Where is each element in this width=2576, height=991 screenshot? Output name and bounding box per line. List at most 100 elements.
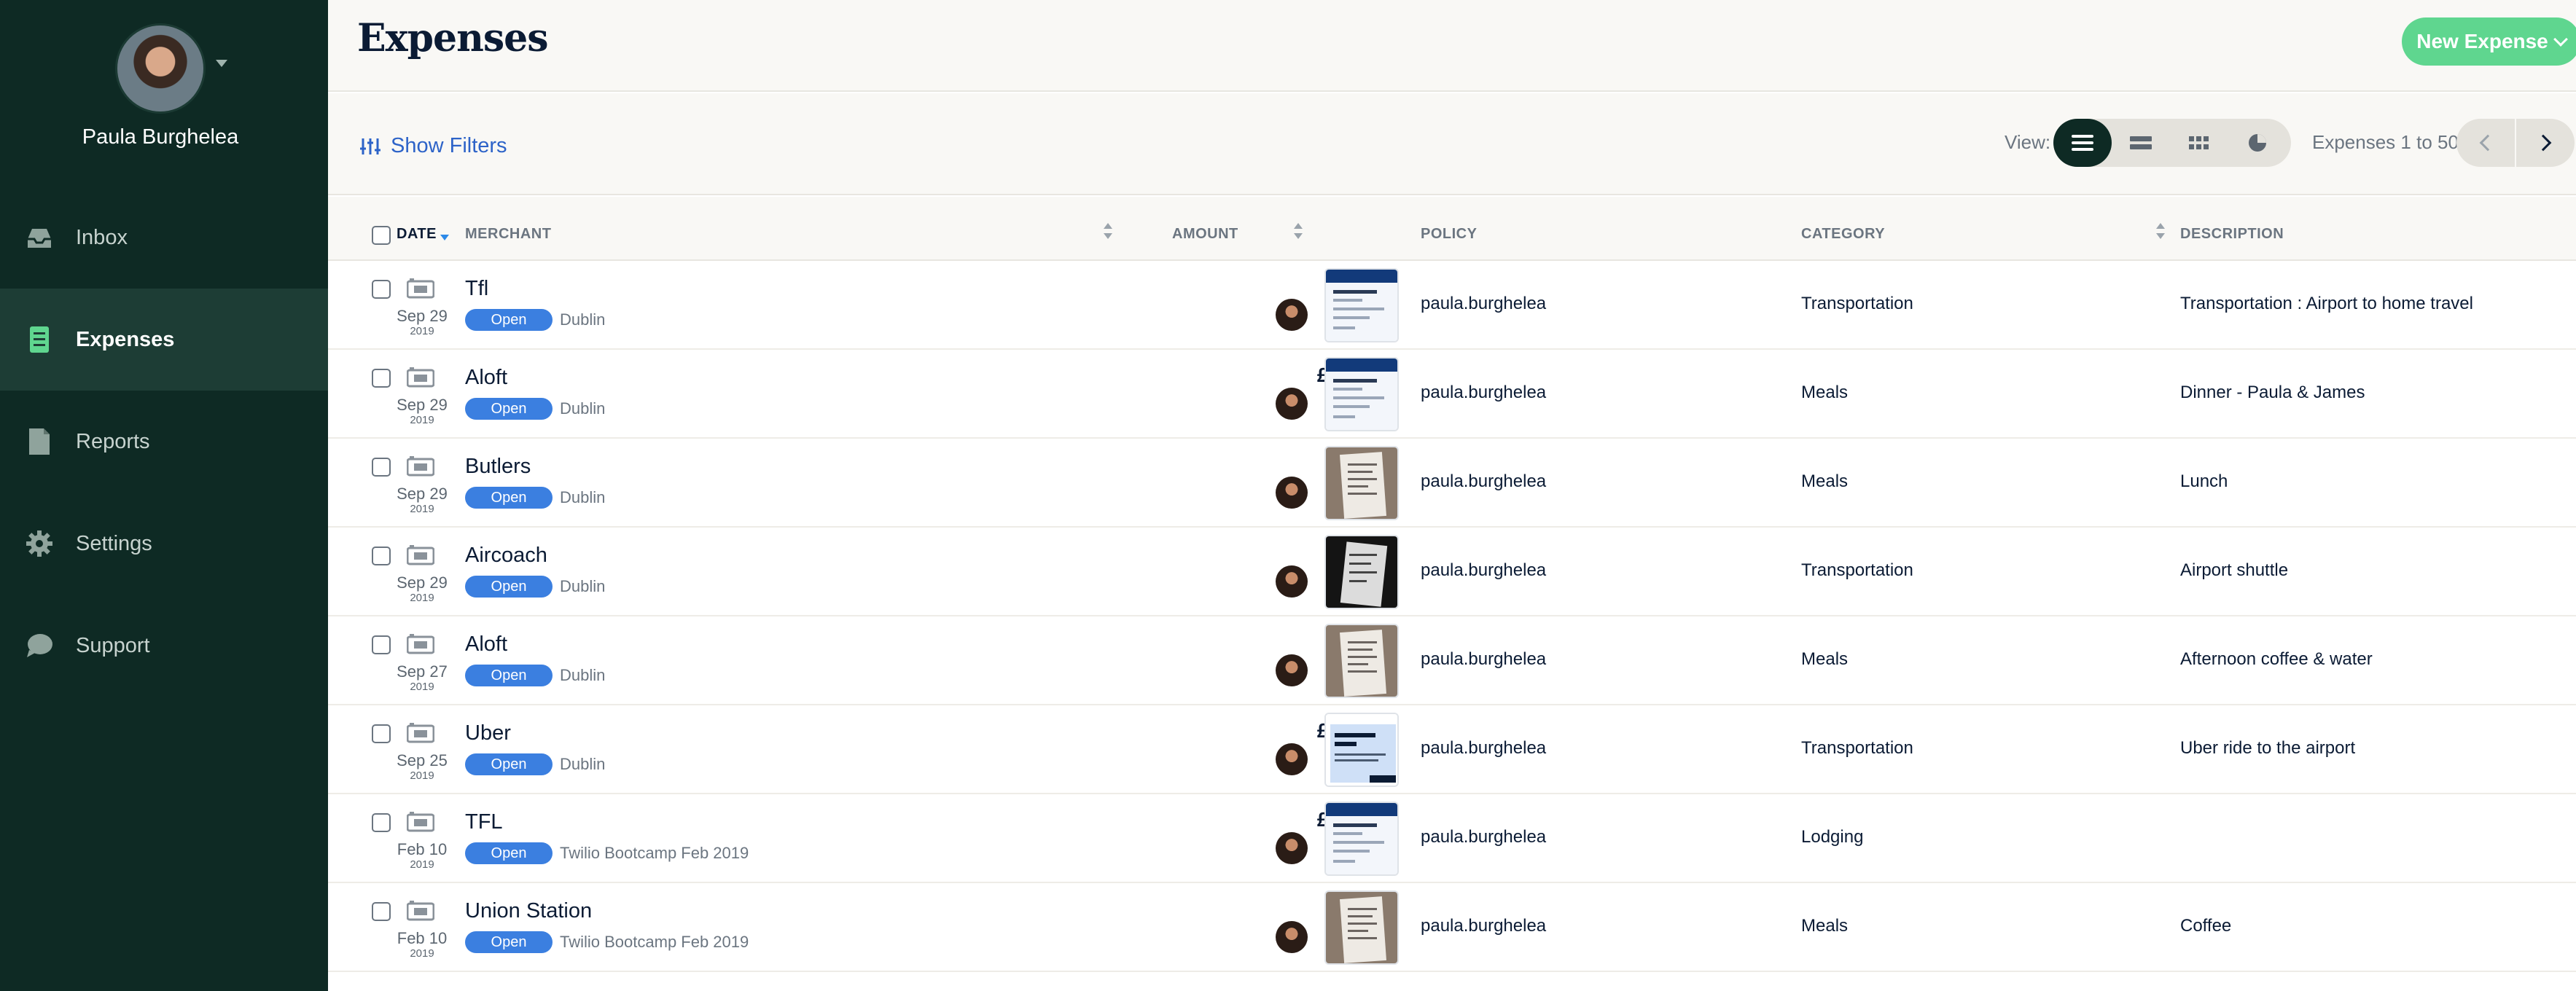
- row-category: Lodging: [1801, 827, 1864, 847]
- user-name: Paula Burghelea: [82, 125, 239, 149]
- receipt-thumbnail[interactable]: [1324, 357, 1399, 431]
- table-row[interactable]: Feb 10 2019 Union Station Open Twilio Bootca…: [328, 883, 2576, 972]
- compact-view-icon: [2130, 136, 2152, 149]
- column-header-amount[interactable]: AMOUNT: [1172, 226, 1238, 243]
- table-row[interactable]: Sep 292019AircoachOpenDublin€850paula.bu…: [328, 528, 2576, 616]
- receipt-icon: [407, 812, 434, 832]
- row-merchant: Aloft: [465, 366, 508, 389]
- page-title: Expenses: [357, 16, 549, 60]
- receipt-thumbnail[interactable]: [1324, 446, 1399, 520]
- row-checkbox[interactable]: [372, 902, 391, 921]
- expenses-icon: [30, 326, 49, 353]
- row-description: Lunch: [2180, 471, 2228, 491]
- row-category: Meals: [1801, 649, 1849, 669]
- view-chart-button[interactable]: [2228, 119, 2287, 167]
- receipt-icon: [407, 634, 434, 654]
- user-avatar[interactable]: [115, 23, 206, 114]
- column-header-description[interactable]: DESCRIPTION: [2180, 226, 2284, 243]
- next-page-button[interactable]: [2516, 119, 2575, 167]
- view-compact-button[interactable]: [2112, 119, 2170, 167]
- row-policy: paula.burghelea: [1421, 827, 1547, 847]
- sort-category-icon[interactable]: [2156, 223, 2165, 242]
- receipt-thumbnail-image: [1326, 803, 1397, 874]
- row-date: Feb 10: [397, 840, 448, 858]
- row-checkbox[interactable]: [372, 458, 391, 477]
- row-merchant: Aircoach: [465, 544, 547, 567]
- row-description: Dinner - Paula & James: [2180, 383, 2365, 402]
- table-row[interactable]: Sep 272019AloftOpenDublin€950paula.burgh…: [328, 616, 2576, 705]
- column-header-policy[interactable]: POLICY: [1421, 226, 1477, 243]
- table-row[interactable]: Sep 252019UberOpenDublin£4319paula.burgh…: [328, 705, 2576, 794]
- row-year: 2019: [410, 592, 434, 604]
- table-row[interactable]: Feb 10 2019 TFL Open Twilio Bootcamp Feb 201…: [328, 794, 2576, 883]
- receipt-thumbnail[interactable]: [1324, 802, 1399, 876]
- row-checkbox[interactable]: [372, 724, 391, 743]
- avatar[interactable]: [115, 23, 206, 114]
- table-row[interactable]: Sep 292019TflOpenDublin£980paula.burghel…: [328, 261, 2576, 350]
- sort-descending-icon[interactable]: [440, 235, 449, 240]
- receipt-thumbnail[interactable]: [1324, 624, 1399, 698]
- column-header-merchant[interactable]: MERCHANT: [465, 226, 551, 243]
- row-report-name[interactable]: Twilio Bootcamp Feb 2019: [560, 933, 749, 952]
- receipt-thumbnail[interactable]: [1324, 535, 1399, 609]
- row-date: Sep 27: [397, 662, 448, 681]
- row-policy: paula.burghelea: [1421, 471, 1547, 491]
- status-badge: Open: [465, 576, 553, 598]
- row-report-name[interactable]: Dublin: [560, 755, 605, 774]
- row-merchant: Tfl: [465, 277, 489, 300]
- inbox-icon: [28, 229, 51, 248]
- row-merchant: TFL: [465, 810, 503, 834]
- receipt-thumbnail-image: [1326, 892, 1397, 963]
- row-year: 2019: [410, 503, 434, 515]
- sort-merchant-icon[interactable]: [1104, 223, 1112, 242]
- chevron-left-icon: [2479, 134, 2497, 152]
- status-badge: Open: [465, 309, 553, 331]
- previous-page-button[interactable]: [2456, 119, 2515, 167]
- row-merchant: Uber: [465, 721, 511, 745]
- row-year: 2019: [410, 681, 434, 693]
- row-report-name[interactable]: Dublin: [560, 577, 605, 596]
- row-policy: paula.burghelea: [1421, 383, 1547, 402]
- sidebar-item-settings[interactable]: Settings: [0, 493, 328, 595]
- row-report-name[interactable]: Dublin: [560, 310, 605, 329]
- sidebar-item-label: Expenses: [76, 327, 175, 351]
- receipt-thumbnail[interactable]: [1324, 713, 1399, 787]
- new-expense-button[interactable]: New Expense: [2402, 17, 2576, 66]
- row-report-name[interactable]: Dublin: [560, 666, 605, 685]
- row-checkbox[interactable]: [372, 635, 391, 654]
- show-filters-label: Show Filters: [391, 134, 507, 157]
- chat-icon: [27, 634, 52, 657]
- receipt-icon: [407, 723, 434, 743]
- chevron-down-icon[interactable]: [216, 60, 227, 67]
- row-checkbox[interactable]: [372, 813, 391, 832]
- sidebar-item-support[interactable]: Support: [0, 595, 328, 697]
- row-category: Meals: [1801, 916, 1849, 936]
- table-row[interactable]: Sep 292019AloftOpenDublin£5585paula.burg…: [328, 350, 2576, 439]
- receipt-thumbnail[interactable]: [1324, 890, 1399, 965]
- row-policy: paula.burghelea: [1421, 560, 1547, 580]
- view-grid-button[interactable]: [2170, 119, 2228, 167]
- row-year: 2019: [410, 325, 434, 337]
- row-report-name[interactable]: Dublin: [560, 488, 605, 507]
- show-filters-button[interactable]: Show Filters: [360, 134, 507, 158]
- sort-amount-icon[interactable]: [1294, 223, 1303, 242]
- receipt-thumbnail-image: [1326, 359, 1397, 430]
- sidebar-item-label: Support: [76, 633, 150, 657]
- row-category: Meals: [1801, 383, 1849, 402]
- column-header-category[interactable]: CATEGORY: [1801, 226, 1885, 243]
- sidebar-item-inbox[interactable]: Inbox: [0, 187, 328, 289]
- receipt-icon: [407, 545, 434, 565]
- table-row[interactable]: Sep 292019ButlersOpenDublin€870paula.bur…: [328, 439, 2576, 528]
- column-header-date[interactable]: DATE: [397, 226, 437, 243]
- row-report-name[interactable]: Twilio Bootcamp Feb 2019: [560, 844, 749, 863]
- select-all-checkbox[interactable]: [372, 226, 391, 245]
- view-list-button[interactable]: [2053, 119, 2112, 167]
- row-report-name[interactable]: Dublin: [560, 399, 605, 418]
- sidebar-item-reports[interactable]: Reports: [0, 391, 328, 493]
- row-checkbox[interactable]: [372, 369, 391, 388]
- row-checkbox[interactable]: [372, 547, 391, 565]
- sidebar-item-expenses[interactable]: Expenses: [0, 289, 328, 391]
- row-checkbox[interactable]: [372, 280, 391, 299]
- receipt-thumbnail[interactable]: [1324, 268, 1399, 342]
- row-merchant: Butlers: [465, 455, 531, 478]
